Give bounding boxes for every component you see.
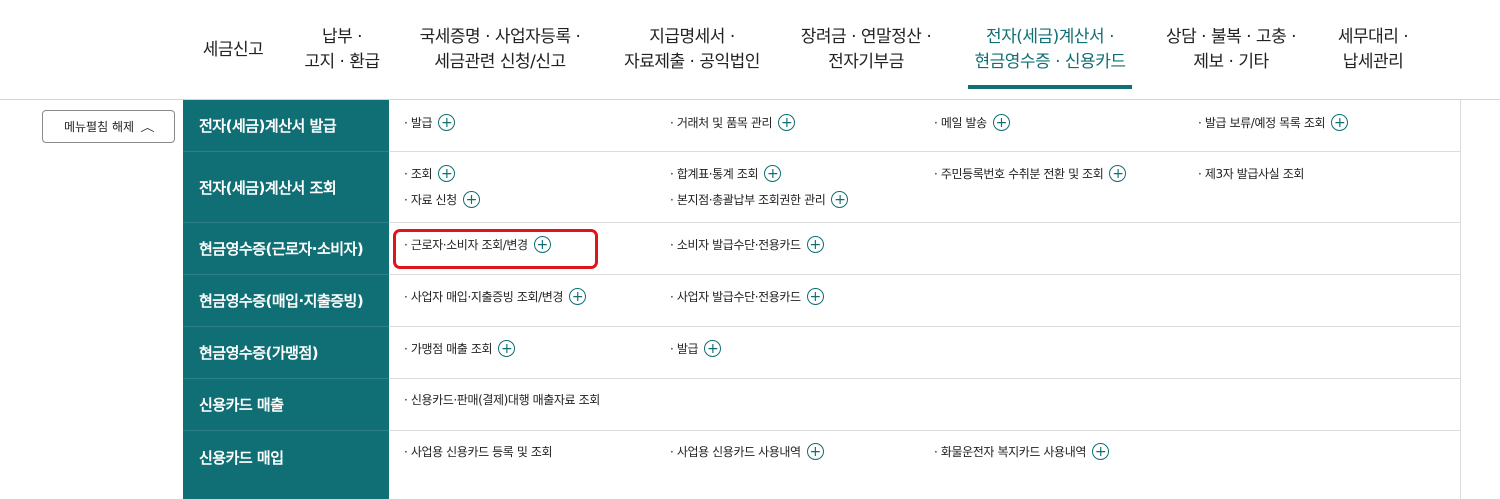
- plus-icon[interactable]: +: [778, 114, 796, 131]
- link-consumer-inquiry-change[interactable]: · 근로자·소비자 조회/변경 +: [404, 236, 551, 253]
- link-label: · 사업자 발급수단·전용카드: [670, 290, 801, 304]
- plus-icon[interactable]: +: [498, 340, 516, 357]
- link-issue[interactable]: · 발급 +: [404, 114, 456, 131]
- link-inquiry[interactable]: · 조회 +: [404, 165, 456, 182]
- plus-icon[interactable]: +: [992, 114, 1010, 131]
- link-label: · 본지점·총괄납부 조회권한 관리: [670, 193, 826, 207]
- plus-icon[interactable]: +: [806, 288, 824, 305]
- plus-icon[interactable]: +: [1331, 114, 1349, 131]
- link-label: · 메일 발송: [934, 116, 987, 130]
- plus-icon[interactable]: +: [806, 443, 824, 460]
- link-label: · 발급: [404, 116, 433, 130]
- nav-certificates[interactable]: 국세증명 · 사업자등록 · 세금관련 신청/신고: [405, 0, 595, 100]
- nav-incentives[interactable]: 장려금 · 연말정산 · 전자기부금: [788, 0, 944, 100]
- category-column: 전자(세금)계산서 발급 전자(세금)계산서 조회 현금영수증(근로자·소비자)…: [183, 100, 389, 499]
- content-right-border: [1460, 100, 1461, 499]
- link-pending-list[interactable]: · 발급 보류/예정 목록 조회 +: [1198, 114, 1349, 131]
- nav-tax-filing[interactable]: 세금신고: [195, 0, 271, 100]
- link-third-party-issue[interactable]: · 제3자 발급사실 조회: [1198, 165, 1304, 182]
- link-branch-permission[interactable]: · 본지점·총괄납부 조회권한 관리 +: [670, 191, 849, 208]
- link-business-card-usage[interactable]: · 사업용 신용카드 사용내역 +: [670, 443, 824, 460]
- chevron-up-icon: ︿: [140, 120, 155, 134]
- plus-icon[interactable]: +: [831, 191, 849, 208]
- link-business-purchase-inquiry[interactable]: · 사업자 매입·지출증빙 조회/변경 +: [404, 288, 587, 305]
- link-label: · 사업용 신용카드 등록 및 조회: [404, 445, 553, 459]
- link-consumer-issue-card[interactable]: · 소비자 발급수단·전용카드 +: [670, 236, 824, 253]
- collapse-menu-label: 메뉴펼침 해제: [63, 120, 135, 134]
- link-email-send[interactable]: · 메일 발송 +: [934, 114, 1010, 131]
- category-e-invoice-inquiry: 전자(세금)계산서 조회: [183, 152, 389, 223]
- link-label: · 사업용 신용카드 사용내역: [670, 445, 801, 459]
- row-cash-receipt-merchant: [389, 327, 1461, 379]
- category-cash-receipt-purchase: 현금영수증(매입·지출증빙): [183, 275, 389, 327]
- category-cash-receipt-merchant: 현금영수증(가맹점): [183, 327, 389, 379]
- top-navigation: 세금신고 납부 · 고지 · 환급 국세증명 · 사업자등록 · 세금관련 신청…: [0, 0, 1500, 100]
- link-summary-stats[interactable]: · 합계표·통계 조회 +: [670, 165, 782, 182]
- plus-icon[interactable]: +: [806, 236, 824, 253]
- link-partner-item-mgmt[interactable]: · 거래처 및 품목 관리 +: [670, 114, 796, 131]
- plus-icon[interactable]: +: [438, 114, 456, 131]
- plus-icon[interactable]: +: [1091, 443, 1109, 460]
- nav-tax-agent[interactable]: 세무대리 · 납세관리: [1320, 0, 1426, 100]
- active-nav-indicator: [968, 85, 1132, 89]
- plus-icon[interactable]: +: [569, 288, 587, 305]
- link-business-issue-card[interactable]: · 사업자 발급수단·전용카드 +: [670, 288, 824, 305]
- link-data-request[interactable]: · 자료 신청 +: [404, 191, 480, 208]
- link-resident-number-conversion[interactable]: · 주민등록번호 수취분 전환 및 조회 +: [934, 165, 1127, 182]
- collapse-menu-button[interactable]: 메뉴펼침 해제 ︿: [42, 110, 175, 143]
- link-business-card-register[interactable]: · 사업용 신용카드 등록 및 조회: [404, 443, 553, 460]
- category-cash-receipt-consumer: 현금영수증(근로자·소비자): [183, 223, 389, 275]
- category-e-invoice-issue: 전자(세금)계산서 발급: [183, 100, 389, 152]
- category-credit-card-sales: 신용카드 매출: [183, 379, 389, 431]
- plus-icon[interactable]: +: [438, 165, 456, 182]
- link-label: · 가맹점 매출 조회: [404, 342, 493, 356]
- nav-consulting[interactable]: 상담 · 불복 · 고충 · 제보 · 기타: [1155, 0, 1307, 100]
- link-label: · 조회: [404, 167, 433, 181]
- link-label: · 근로자·소비자 조회/변경: [404, 238, 528, 252]
- link-card-sales-inquiry[interactable]: · 신용카드·판매(결제)대행 매출자료 조회: [404, 391, 600, 408]
- category-credit-card-purchase: 신용카드 매입: [199, 448, 284, 467]
- link-label: · 발급 보류/예정 목록 조회: [1198, 116, 1326, 130]
- link-label: · 합계표·통계 조회: [670, 167, 759, 181]
- plus-icon[interactable]: +: [533, 236, 551, 253]
- link-label: · 소비자 발급수단·전용카드: [670, 238, 801, 252]
- nav-statements[interactable]: 지급명세서 · 자료제출 · 공익법인: [607, 0, 777, 100]
- plus-icon[interactable]: +: [462, 191, 480, 208]
- row-e-invoice-inquiry: [389, 152, 1461, 223]
- link-label: · 거래처 및 품목 관리: [670, 116, 773, 130]
- link-label: · 신용카드·판매(결제)대행 매출자료 조회: [404, 393, 600, 407]
- link-label: · 발급: [670, 342, 699, 356]
- plus-icon[interactable]: +: [764, 165, 782, 182]
- link-label: · 사업자 매입·지출증빙 조회/변경: [404, 290, 564, 304]
- plus-icon[interactable]: +: [1109, 165, 1127, 182]
- link-merchant-issue[interactable]: · 발급 +: [670, 340, 722, 357]
- link-merchant-sales-inquiry[interactable]: · 가맹점 매출 조회 +: [404, 340, 516, 357]
- link-label: · 제3자 발급사실 조회: [1198, 167, 1305, 181]
- link-label: · 자료 신청: [404, 193, 457, 207]
- link-label: · 주민등록번호 수취분 전환 및 조회: [934, 167, 1104, 181]
- link-label: · 화물운전자 복지카드 사용내역: [934, 445, 1086, 459]
- plus-icon[interactable]: +: [704, 340, 722, 357]
- nav-payment[interactable]: 납부 · 고지 · 환급: [292, 0, 392, 100]
- link-cargo-driver-card-usage[interactable]: · 화물운전자 복지카드 사용내역 +: [934, 443, 1109, 460]
